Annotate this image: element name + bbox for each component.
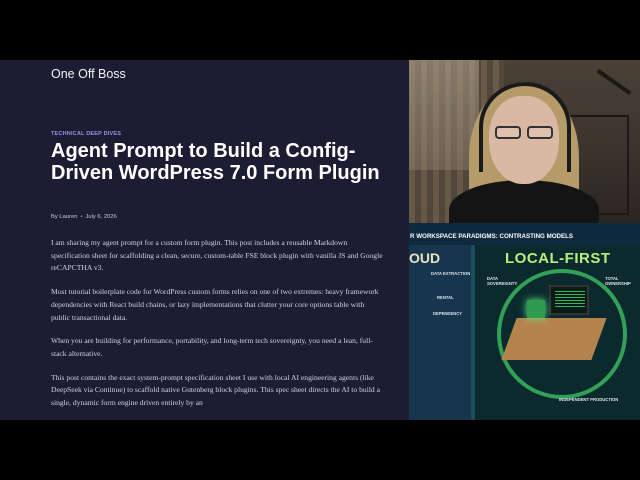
infographic: R WORKSPACE PARADIGMS: CONTRASTING MODEL… xyxy=(409,223,640,420)
video-frame: One Off Boss TECHNICAL DEEP DIVES Agent … xyxy=(0,60,640,420)
right-lens xyxy=(527,126,553,139)
blog-panel: One Off Boss TECHNICAL DEEP DIVES Agent … xyxy=(0,60,409,420)
byline-separator: • xyxy=(80,214,83,220)
post-author[interactable]: By Lauren xyxy=(51,214,77,220)
post-category[interactable]: TECHNICAL DEEP DIVES xyxy=(51,131,121,137)
post-body: I am sharing my agent prompt for a custo… xyxy=(51,237,385,420)
cloud-section: OUD DATA EXTRACTION RENTAL DEPENDENCY xyxy=(409,245,471,420)
local-tag: INDEPENDENT PRODUCTION xyxy=(559,397,619,402)
glasses-icon xyxy=(495,126,555,140)
cloud-label: OUD xyxy=(409,250,441,266)
desk-illustration xyxy=(501,318,607,360)
paragraph: I am sharing my agent prompt for a custo… xyxy=(51,238,383,273)
infographic-header: R WORKSPACE PARADIGMS: CONTRASTING MODEL… xyxy=(410,233,574,240)
cloud-tag: DEPENDENCY xyxy=(433,311,463,316)
cube-icon xyxy=(527,300,545,318)
paragraph: This post contains the exact system-prom… xyxy=(51,372,380,408)
local-tag: DATA SOVEREIGNTY xyxy=(487,276,518,286)
left-lens xyxy=(495,126,521,139)
post-byline: By Lauren • July 6, 2026 xyxy=(51,214,117,220)
cloud-tag: DATA EXTRACTION xyxy=(431,271,471,276)
paragraph: When you are building for performance, p… xyxy=(51,336,373,358)
webcam-feed xyxy=(409,60,640,223)
post-date: July 6, 2026 xyxy=(85,214,117,220)
local-first-label: LOCAL-FIRST xyxy=(505,250,611,267)
monitor-icon xyxy=(549,285,589,315)
local-tag: TOTAL OWNERSHIP xyxy=(605,276,631,286)
lamp-arm xyxy=(596,68,632,96)
cloud-tag: RENTAL xyxy=(437,295,454,300)
site-title[interactable]: One Off Boss xyxy=(51,67,126,81)
paragraph: Most tutorial boilerplate code for WordP… xyxy=(51,287,379,322)
post-title: Agent Prompt to Build a Config-Driven Wo… xyxy=(51,140,380,184)
